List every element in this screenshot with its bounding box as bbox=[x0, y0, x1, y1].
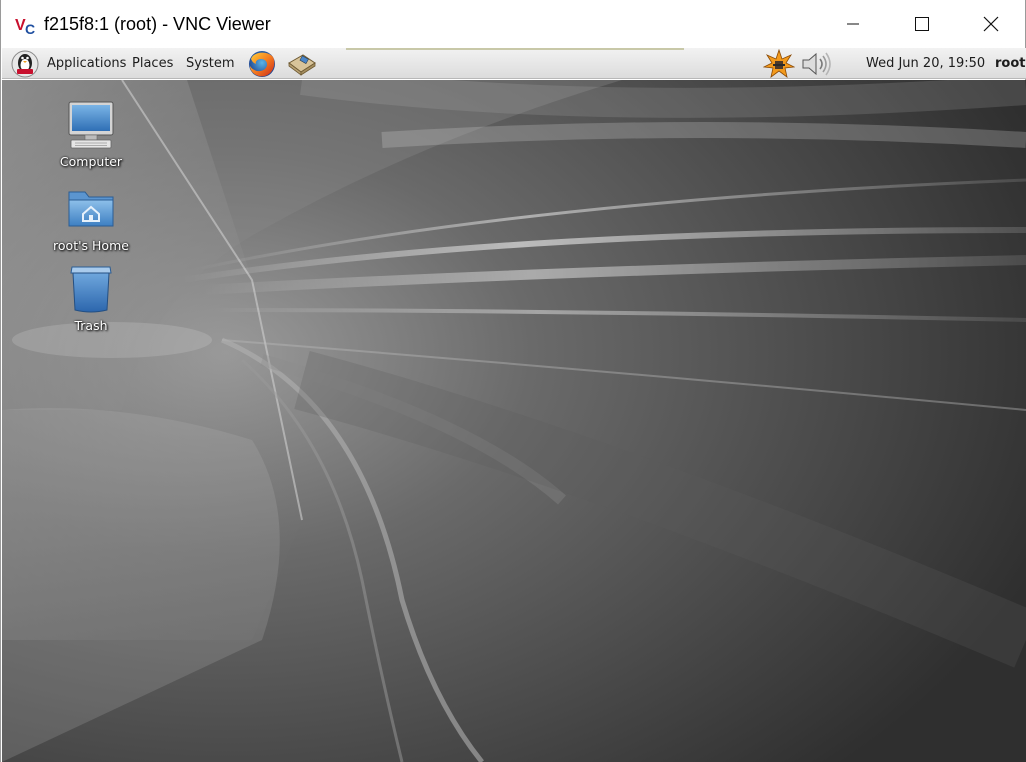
firefox-icon bbox=[249, 50, 275, 77]
panel-window-list-edge bbox=[346, 48, 684, 50]
close-icon bbox=[983, 16, 999, 32]
window-title: f215f8:1 (root) - VNC Viewer bbox=[44, 14, 271, 34]
desktop-icon-home[interactable]: root's Home bbox=[36, 184, 146, 253]
clock[interactable]: Wed Jun 20, 19:50 bbox=[866, 48, 985, 79]
desktop-icon-label: root's Home bbox=[53, 238, 129, 253]
maximize-icon bbox=[915, 17, 929, 31]
email-icon bbox=[288, 53, 316, 76]
top-panel: Applications Places System Wed Jun 20, 1… bbox=[2, 48, 1026, 79]
desktop-icon-computer[interactable]: Computer bbox=[36, 100, 146, 169]
update-notifier-icon bbox=[763, 48, 795, 78]
desktop-icon-trash[interactable]: Trash bbox=[36, 264, 146, 333]
svg-text:C: C bbox=[25, 21, 35, 37]
distro-logo-icon bbox=[11, 50, 39, 77]
volume-icon bbox=[802, 52, 831, 75]
home-folder-icon bbox=[68, 191, 114, 227]
firefox-launcher[interactable] bbox=[246, 48, 278, 79]
vnc-logo-icon: V C bbox=[14, 13, 38, 37]
desktop-wallpaper bbox=[2, 80, 1026, 762]
distro-logo-button[interactable] bbox=[10, 48, 40, 79]
email-launcher[interactable] bbox=[286, 48, 318, 79]
menu-system[interactable]: System bbox=[186, 48, 234, 79]
user-menu[interactable]: root bbox=[995, 48, 1026, 79]
minimize-button[interactable] bbox=[818, 0, 888, 48]
menu-places[interactable]: Places bbox=[132, 48, 173, 79]
trash-icon bbox=[70, 266, 112, 313]
update-notifier-button[interactable] bbox=[762, 48, 796, 79]
menu-applications[interactable]: Applications bbox=[47, 48, 126, 79]
volume-button[interactable] bbox=[799, 48, 833, 79]
minimize-icon bbox=[847, 23, 859, 25]
close-button[interactable] bbox=[956, 0, 1026, 48]
desktop-icon-label: Computer bbox=[59, 154, 123, 169]
window-titlebar[interactable]: V C f215f8:1 (root) - VNC Viewer bbox=[1, 0, 1025, 48]
vnc-viewer-window: V C f215f8:1 (root) - VNC Viewer Applica… bbox=[0, 0, 1026, 762]
desktop[interactable]: Computer root's Home Trash bbox=[2, 80, 1026, 762]
maximize-button[interactable] bbox=[887, 0, 957, 48]
desktop-icon-label: Trash bbox=[74, 318, 108, 333]
computer-icon bbox=[68, 101, 114, 149]
